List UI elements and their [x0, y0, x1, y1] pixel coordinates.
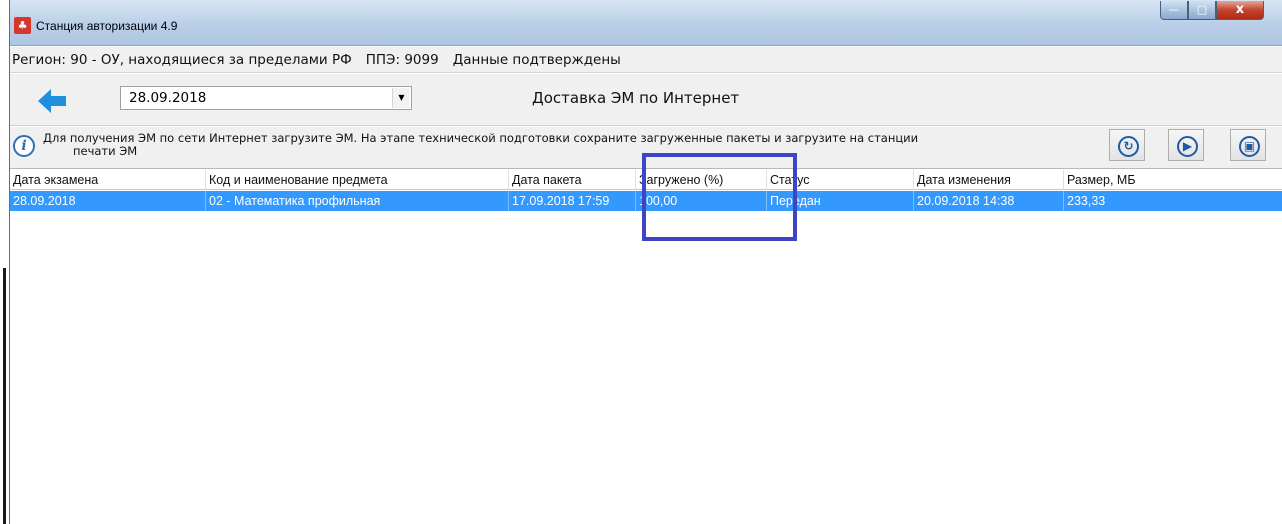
column-package-date[interactable]: Дата пакета — [509, 170, 636, 190]
back-button[interactable] — [18, 78, 106, 124]
minimize-button[interactable]: — — [1160, 1, 1188, 20]
cell-subject: 02 - Математика профильная — [206, 191, 509, 211]
column-exam-date[interactable]: Дата экзамена — [10, 170, 206, 190]
app-window: ♣ Станция авторизации 4.9 — □ x Регион: … — [9, 0, 1282, 524]
left-edge-bar — [3, 268, 6, 524]
back-arrow-icon — [38, 89, 66, 113]
toolbar: 28.09.2018 ▼ Доставка ЭМ по Интернет — [10, 74, 1282, 126]
maximize-button[interactable]: □ — [1188, 1, 1216, 20]
cell-exam-date: 28.09.2018 — [10, 191, 206, 211]
confirmation-label: Данные подтверждены — [452, 51, 621, 68]
dropdown-arrow-icon[interactable]: ▼ — [392, 88, 410, 108]
info-line-2: печати ЭМ — [73, 144, 138, 158]
window-title: Станция авторизации 4.9 — [36, 19, 178, 33]
save-icon: ▣ — [1239, 136, 1260, 157]
annotation-highlight-box — [642, 153, 797, 241]
ppe-label: ППЭ: 9099 — [365, 51, 439, 68]
status-line: Регион: 90 - ОУ, находящиеся за пределам… — [10, 47, 1282, 73]
cell-size: 233,33 — [1064, 191, 1282, 211]
column-subject[interactable]: Код и наименование предмета — [206, 170, 509, 190]
cell-package-date: 17.09.2018 17:59 — [509, 191, 636, 211]
column-modified[interactable]: Дата изменения — [914, 170, 1064, 190]
region-label: Регион: 90 - ОУ, находящиеся за пределам… — [12, 51, 352, 68]
cell-modified: 20.09.2018 14:38 — [914, 191, 1064, 211]
exam-date-select[interactable]: 28.09.2018 ▼ — [120, 86, 412, 110]
save-button[interactable]: ▣ — [1230, 129, 1266, 161]
close-button[interactable]: x — [1216, 1, 1264, 20]
info-line-1: Для получения ЭМ по сети Интернет загруз… — [43, 131, 919, 145]
screen-title: Доставка ЭМ по Интернет — [532, 89, 740, 107]
column-size[interactable]: Размер, МБ — [1064, 170, 1282, 190]
info-text: Для получения ЭМ по сети Интернет загруз… — [43, 132, 1043, 158]
play-icon: ▶ — [1177, 136, 1198, 157]
refresh-icon: ↻ — [1118, 136, 1139, 157]
info-icon: i — [13, 135, 35, 157]
title-bar[interactable]: ♣ Станция авторизации 4.9 — □ x — [10, 0, 1282, 46]
start-download-button[interactable]: ▶ — [1168, 129, 1204, 161]
refresh-button[interactable]: ↻ — [1109, 129, 1145, 161]
app-icon: ♣ — [14, 17, 31, 34]
left-edge — [0, 0, 8, 524]
exam-date-value: 28.09.2018 — [129, 90, 207, 106]
